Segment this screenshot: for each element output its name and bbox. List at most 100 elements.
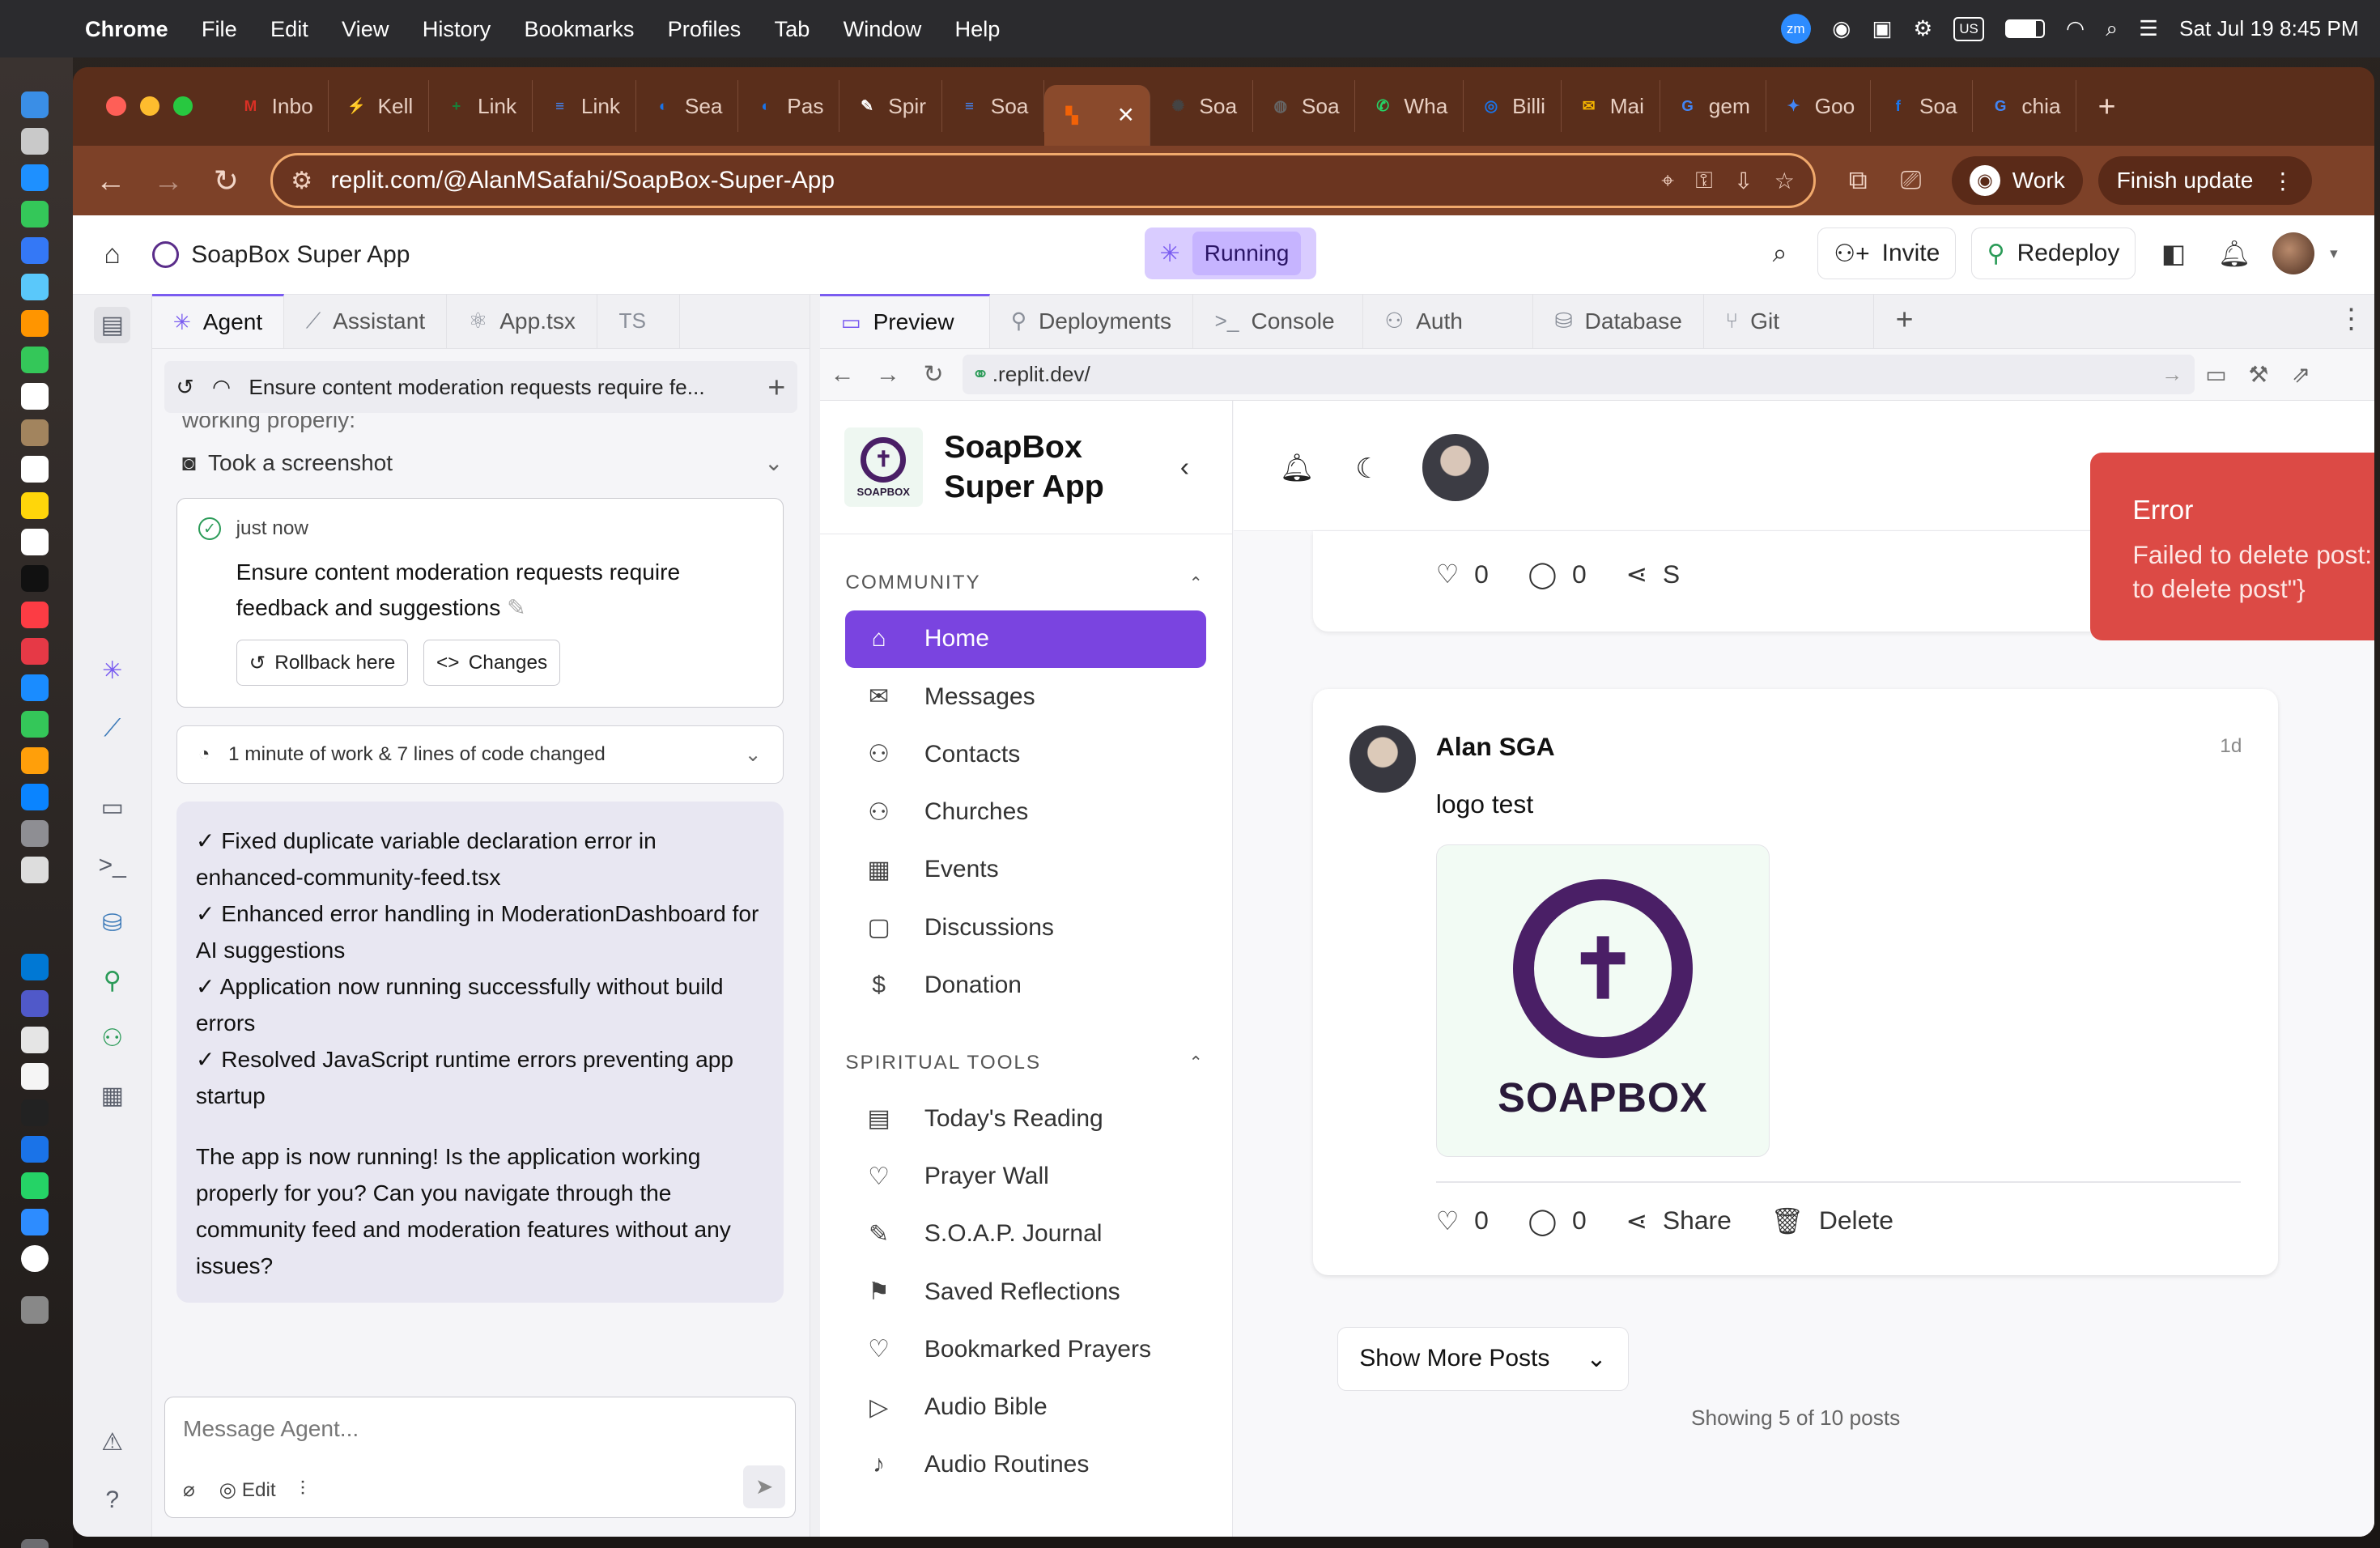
changes-button[interactable]: <> Changes: [423, 640, 561, 686]
pane-tab[interactable]: ⚇ Auth: [1363, 293, 1534, 349]
chevron-down-icon[interactable]: ▾: [2330, 245, 2337, 262]
clock[interactable]: Sat Jul 19 8:45 PM: [2179, 16, 2359, 41]
zoom-dock-icon[interactable]: [21, 1135, 49, 1163]
screenshot-action-row[interactable]: ◙ Took a screenshot ⌄: [182, 449, 784, 476]
teams-icon[interactable]: ⚙: [1914, 16, 1933, 41]
preview-reload-icon[interactable]: ↻: [911, 360, 956, 389]
keynote-icon[interactable]: [21, 674, 49, 702]
downloads-dock-icon[interactable]: [21, 1296, 49, 1324]
back-icon[interactable]: ←: [82, 164, 139, 198]
reading-mode-icon[interactable]: ⎚: [1901, 165, 1922, 196]
browser-tab[interactable]: + Link: [429, 80, 533, 133]
extensions-icon[interactable]: ⧉: [1849, 165, 1868, 196]
collapse-sidebar-icon[interactable]: ‹: [1180, 452, 1189, 483]
launchpad-icon[interactable]: [21, 127, 49, 155]
post-image[interactable]: ✝ SOAPBOX: [1435, 844, 1770, 1157]
assistant-rail-icon[interactable]: ⟋: [94, 711, 130, 747]
soapbox-logo[interactable]: ✝ SOAPBOX: [844, 427, 923, 507]
browser-tab[interactable]: ≡ Link: [533, 80, 636, 133]
browser-tab[interactable]: f Soa: [1871, 80, 1974, 133]
terminal-dock-icon[interactable]: [21, 1099, 49, 1127]
all-tools-icon[interactable]: ▦: [94, 1078, 130, 1114]
pane-tab[interactable]: >_ Console: [1193, 293, 1364, 349]
nav-item[interactable]: $ Donation: [845, 956, 1205, 1014]
browser-tab[interactable]: ≡ Soa: [942, 80, 1045, 133]
run-status-button[interactable]: ✳ Running: [1144, 228, 1317, 279]
menu-tab[interactable]: Tab: [775, 16, 810, 42]
zoom-app-dock-icon[interactable]: [21, 1208, 49, 1236]
browser-tab[interactable]: ◐ Pas: [738, 80, 840, 133]
chevron-up-icon[interactable]: ⌃: [1189, 573, 1205, 593]
calendar-icon[interactable]: [21, 382, 49, 410]
nav-item[interactable]: ✉ Messages: [845, 668, 1205, 725]
nav-item[interactable]: ⌂ Home: [845, 610, 1206, 668]
user-avatar[interactable]: [2272, 232, 2315, 275]
settings-sliders-icon[interactable]: ⫶: [300, 1478, 305, 1501]
auth-rail-icon[interactable]: ⚇: [94, 1020, 130, 1057]
preview-rail-icon[interactable]: ▭: [94, 789, 130, 826]
preview-back-icon[interactable]: ←: [820, 361, 865, 389]
share-button[interactable]: ⋖ S: [1626, 559, 1680, 589]
nav-item[interactable]: ⚑ Saved Reflections: [845, 1263, 1205, 1320]
browser-tab[interactable]: Gchia: [1973, 80, 2077, 133]
minimize-window-button[interactable]: [139, 96, 159, 117]
edit-pencil-icon[interactable]: ✎: [507, 595, 526, 620]
new-tab-icon[interactable]: +: [2098, 89, 2116, 124]
go-arrow-icon[interactable]: →: [2161, 362, 2182, 387]
outlook-icon[interactable]: ▣: [1872, 16, 1892, 41]
zoom-window-button[interactable]: [172, 96, 193, 117]
nav-item[interactable]: ▤ Today's Reading: [845, 1090, 1205, 1147]
preview-url[interactable]: .replit.dev/: [992, 362, 1090, 387]
nav-item[interactable]: ♡ Prayer Wall: [845, 1148, 1205, 1206]
nav-item[interactable]: ▢ Discussions: [845, 899, 1205, 956]
browser-tab[interactable]: ✎ Spir: [839, 80, 942, 133]
history-icon[interactable]: ↺: [176, 375, 194, 400]
pane-menu-icon[interactable]: ⋮: [2328, 294, 2374, 349]
file-tree-icon[interactable]: ▤: [94, 306, 131, 343]
preview-forward-icon[interactable]: →: [865, 361, 911, 389]
redeploy-button[interactable]: ⚲ Redeploy: [1970, 228, 2136, 279]
database-rail-icon[interactable]: ⛁: [94, 905, 130, 942]
edit-mode-button[interactable]: ◎ Edit: [219, 1478, 276, 1502]
profile-avatar[interactable]: [1422, 434, 1490, 501]
address-bar[interactable]: ⚙ replit.com/@AlanMSafahi/SoapBox-Super-…: [270, 153, 1816, 208]
browser-tab[interactable]: ⚡ Kell: [329, 80, 429, 133]
nav-item[interactable]: ⚇ Contacts: [845, 725, 1205, 783]
browser-tab[interactable]: ✉ Mai: [1562, 80, 1660, 133]
news-icon[interactable]: [21, 637, 49, 666]
freeform-icon[interactable]: [21, 528, 49, 556]
kebab-menu-icon[interactable]: ⋮: [2272, 168, 2294, 194]
spotlight-icon[interactable]: ⌕: [2106, 16, 2118, 42]
install-app-icon[interactable]: ⇩: [1734, 168, 1753, 194]
like-button[interactable]: ♡ 0: [1436, 559, 1489, 589]
rollback-button[interactable]: ↺ Rollback here: [236, 640, 409, 686]
menu-history[interactable]: History: [423, 16, 491, 42]
layout-toggle-icon[interactable]: ◧: [2151, 228, 2196, 279]
add-tab-icon[interactable]: +: [1874, 294, 1935, 349]
input-source-icon[interactable]: US: [1953, 16, 1984, 41]
close-window-button[interactable]: [106, 96, 126, 117]
finish-update-button[interactable]: Finish update ⋮: [2098, 156, 2313, 206]
show-more-posts-button[interactable]: Show More Posts ⌄: [1337, 1326, 1629, 1391]
error-toast[interactable]: Error Failed to delete post: 500: {"mess…: [2089, 452, 2374, 641]
outlook-dock-icon[interactable]: [21, 953, 49, 981]
browser-tab[interactable]: ▚ ✕: [1044, 85, 1151, 146]
reminders-icon[interactable]: [21, 455, 49, 483]
moon-icon[interactable]: ☾: [1355, 453, 1379, 485]
browser-tab[interactable]: ✦ Goo: [1766, 80, 1871, 133]
like-button[interactable]: ♡ 0: [1436, 1206, 1489, 1236]
app-store-icon[interactable]: [21, 783, 49, 811]
devtools-wrench-icon[interactable]: ⚒: [2238, 361, 2280, 388]
message-composer[interactable]: Message Agent... ⌀ ◎ Edit ⫶ ➤: [164, 1397, 796, 1518]
music-icon[interactable]: [21, 601, 49, 629]
script-editor-icon[interactable]: [21, 856, 49, 884]
comment-button[interactable]: ◯ 0: [1528, 1206, 1587, 1236]
browser-tab[interactable]: Ggem: [1660, 80, 1766, 133]
pages-icon[interactable]: [21, 746, 49, 775]
menu-bookmarks[interactable]: Bookmarks: [525, 16, 635, 42]
safari-icon[interactable]: [21, 164, 49, 192]
zoom-icon[interactable]: zm: [1780, 13, 1812, 45]
chevron-up-icon[interactable]: ⌃: [1189, 1053, 1205, 1073]
search-icon[interactable]: ⌕: [1757, 228, 1802, 279]
notes-icon[interactable]: [21, 491, 49, 520]
